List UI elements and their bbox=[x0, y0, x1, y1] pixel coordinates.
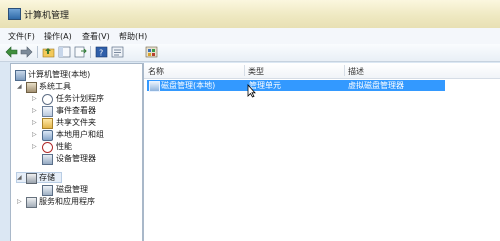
storage-icon bbox=[26, 173, 37, 184]
event-viewer-icon bbox=[42, 106, 53, 117]
navigation-tree[interactable]: 计算机管理(本地) ◢ 系统工具 ▷ 任务计划程序 ▷ 事件查看器 ▷ 共享文件… bbox=[10, 63, 143, 241]
computer-management-window: 计算机管理 文件(F) 操作(A) 查看(V) 帮助(H) ? 计算机管理(本地… bbox=[0, 0, 500, 241]
forward-arrow-icon[interactable] bbox=[20, 46, 33, 58]
expand-arrow-icon[interactable]: ▷ bbox=[32, 93, 39, 104]
computer-icon bbox=[15, 70, 26, 81]
mouse-pointer-icon bbox=[247, 84, 256, 98]
menu-bar: 文件(F) 操作(A) 查看(V) 帮助(H) bbox=[0, 28, 500, 45]
toolbar: ? bbox=[0, 44, 500, 62]
collapse-arrow-icon[interactable]: ◢ bbox=[17, 172, 24, 183]
cell-name: 磁盘管理(本地) bbox=[161, 81, 216, 90]
column-header-bar: 名称 类型 描述 bbox=[144, 63, 500, 79]
column-header-name[interactable]: 名称 bbox=[148, 66, 164, 77]
expand-arrow-icon[interactable]: ▷ bbox=[32, 105, 39, 116]
show-hide-tree-icon[interactable] bbox=[58, 46, 71, 58]
window-title: 计算机管理 bbox=[24, 11, 70, 21]
menu-help[interactable]: 帮助(H) bbox=[117, 30, 149, 43]
column-divider[interactable] bbox=[244, 65, 245, 76]
export-list-icon[interactable] bbox=[74, 46, 87, 58]
tree-item-label: 本地用户和组 bbox=[56, 130, 104, 139]
title-bar[interactable]: 计算机管理 bbox=[0, 0, 500, 29]
column-divider[interactable] bbox=[344, 65, 345, 76]
details-list[interactable]: 名称 类型 描述 磁盘管理(本地) 管理单元 虚拟磁盘管理器 bbox=[143, 63, 500, 241]
expand-arrow-icon[interactable]: ▷ bbox=[32, 141, 39, 152]
column-header-type[interactable]: 类型 bbox=[248, 66, 264, 77]
tools-icon bbox=[26, 82, 37, 93]
column-header-description[interactable]: 描述 bbox=[348, 66, 364, 77]
disk-management-icon bbox=[149, 81, 160, 92]
tree-item-label: 系统工具 bbox=[39, 82, 71, 91]
tree-item-label: 磁盘管理 bbox=[56, 185, 88, 194]
tree-item-label: 共享文件夹 bbox=[56, 118, 96, 127]
collapse-arrow-icon[interactable]: ◢ bbox=[17, 81, 24, 92]
up-folder-icon[interactable] bbox=[42, 46, 55, 58]
services-icon bbox=[26, 197, 37, 208]
tree-item-label: 存储 bbox=[39, 173, 55, 182]
tree-item-label: 计算机管理(本地) bbox=[28, 70, 91, 79]
menu-action[interactable]: 操作(A) bbox=[42, 30, 74, 43]
expand-arrow-icon[interactable]: ▷ bbox=[17, 196, 24, 207]
menu-view[interactable]: 查看(V) bbox=[80, 30, 112, 43]
tree-item-label: 事件查看器 bbox=[56, 106, 96, 115]
tree-item-label: 性能 bbox=[56, 142, 72, 151]
toolbar-separator bbox=[37, 46, 38, 58]
cell-description: 虚拟磁盘管理器 bbox=[348, 81, 404, 90]
tree-item-label: 服务和应用程序 bbox=[39, 197, 95, 206]
disk-management-icon bbox=[42, 185, 53, 196]
performance-icon bbox=[42, 142, 53, 153]
users-icon bbox=[42, 130, 53, 141]
help-icon[interactable]: ? bbox=[95, 46, 108, 58]
menu-file[interactable]: 文件(F) bbox=[6, 30, 37, 43]
properties-icon[interactable] bbox=[111, 46, 124, 58]
expand-arrow-icon[interactable]: ▷ bbox=[32, 129, 39, 140]
list-row-disk-management[interactable]: 磁盘管理(本地) 管理单元 虚拟磁盘管理器 bbox=[147, 80, 445, 92]
svg-text:?: ? bbox=[99, 49, 103, 58]
device-manager-icon bbox=[42, 154, 53, 165]
snapin-icon[interactable] bbox=[145, 46, 158, 58]
tree-item-label: 设备管理器 bbox=[56, 154, 96, 163]
shared-folder-icon bbox=[42, 118, 53, 129]
clock-icon bbox=[42, 94, 53, 105]
tree-item-label: 任务计划程序 bbox=[56, 94, 104, 103]
expand-arrow-icon[interactable]: ▷ bbox=[32, 117, 39, 128]
toolbar-separator bbox=[90, 46, 91, 58]
computer-management-icon bbox=[8, 8, 21, 20]
back-arrow-icon[interactable] bbox=[5, 46, 18, 58]
